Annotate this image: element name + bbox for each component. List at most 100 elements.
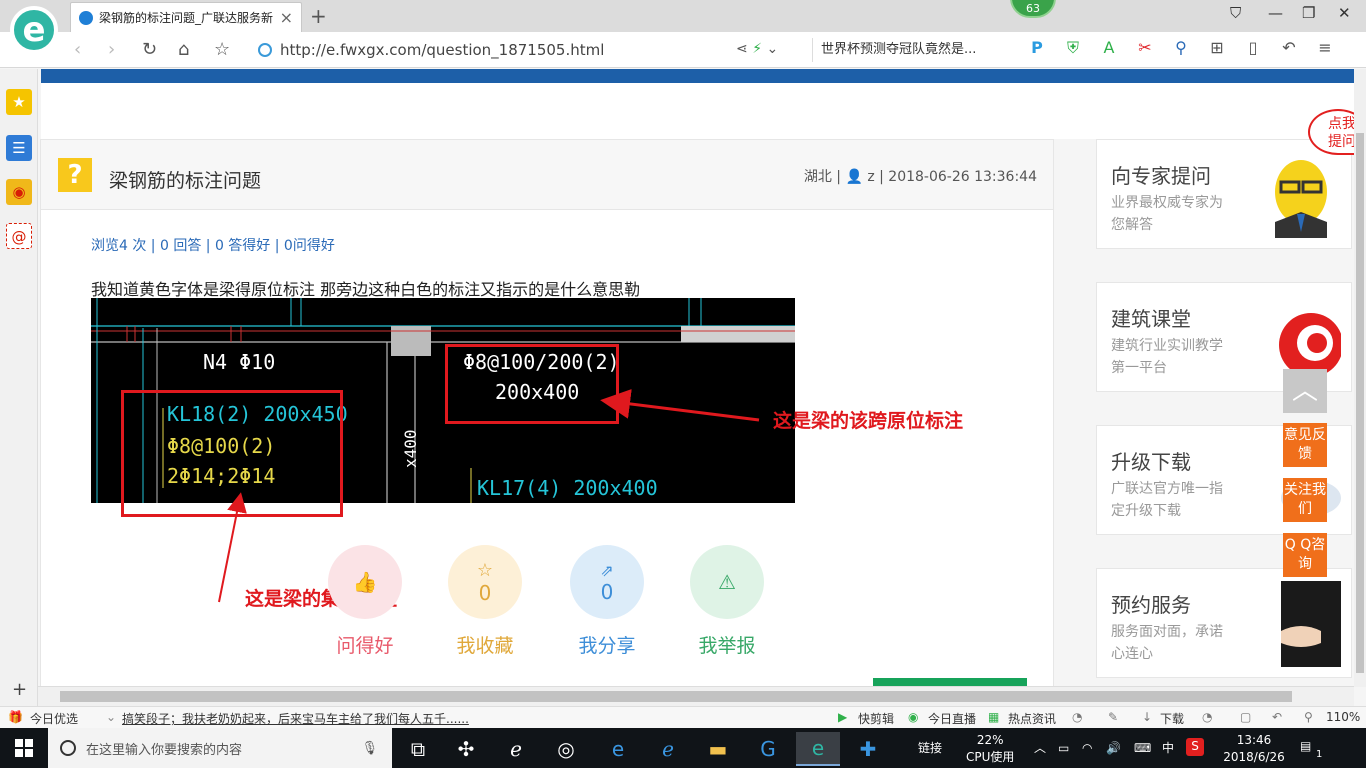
home-icon[interactable]: ⌂	[178, 39, 189, 60]
close-window-button[interactable]: ✕	[1338, 4, 1351, 22]
today-picks-link[interactable]: 今日优选	[30, 710, 78, 727]
vertical-scrollbar[interactable]	[1354, 69, 1366, 687]
ime-indicator[interactable]: 中	[1162, 740, 1174, 757]
favorite-label: 我收藏	[456, 635, 514, 657]
hot-news-link[interactable]: 热点资讯	[1008, 710, 1056, 727]
back-icon[interactable]: ‹	[74, 39, 81, 60]
zoom-level[interactable]: 110%	[1326, 710, 1360, 724]
maximize-button[interactable]: ❐	[1302, 4, 1315, 22]
mail-icon[interactable]: @	[6, 223, 32, 249]
live-link[interactable]: 今日直播	[928, 710, 976, 727]
wifi-icon[interactable]: ◠	[1082, 740, 1092, 757]
bookmark-star-icon[interactable]: ☆	[214, 39, 230, 60]
minimize-button[interactable]: —	[1268, 4, 1283, 22]
vertical-scroll-thumb[interactable]	[1356, 133, 1364, 673]
card-booking-service[interactable]: 预约服务 服务面对面，承诺心连心	[1096, 568, 1352, 678]
glodon-app-icon[interactable]: G	[746, 732, 790, 766]
quick-video-link[interactable]: 快剪辑	[858, 710, 894, 727]
file-explorer-icon[interactable]: ▬	[696, 732, 740, 766]
action-center-icon[interactable]: ▤	[1300, 738, 1311, 755]
horizontal-scrollbar[interactable]	[38, 686, 1354, 706]
app-plus-icon[interactable]: ✚	[846, 732, 890, 766]
microphone-icon[interactable]: 🎙	[361, 741, 378, 756]
volume-icon[interactable]: 🔊	[1106, 740, 1121, 757]
undo-icon[interactable]: ↶	[1278, 38, 1300, 58]
clean-icon[interactable]: ◔	[1202, 710, 1212, 724]
app-notify-icon[interactable]: ◎	[544, 732, 588, 766]
refresh-icon[interactable]: ↻	[142, 39, 157, 60]
like-question-button[interactable]: 👍 问得好	[327, 545, 403, 658]
task-view-icon[interactable]: ⧉	[396, 732, 440, 766]
undo-icon[interactable]: ↶	[1272, 710, 1282, 724]
card-subtitle: 服务面对面，承诺心连心	[1111, 624, 1223, 662]
speed-icon[interactable]: ◔	[1072, 710, 1082, 724]
card-title: 升级下载	[1111, 450, 1191, 474]
share-button[interactable]: ⇗ 0 我分享	[569, 545, 645, 658]
screenshot-scissors-icon[interactable]: ✂	[1134, 38, 1156, 58]
green-button-edge[interactable]	[873, 678, 1027, 686]
pin-icon[interactable]: ✎	[1108, 710, 1118, 724]
card-ask-expert[interactable]: 向专家提问 业界最权威专家为您解答	[1096, 139, 1352, 249]
apps-grid-icon[interactable]: ⊞	[1206, 38, 1228, 58]
browser-sidebar: ★ ☰ ◉ @ +	[0, 69, 38, 706]
new-tab-button[interactable]: +	[310, 4, 327, 28]
menu-icon[interactable]: ≡	[1314, 38, 1336, 58]
share-lightning-icons[interactable]: ⋖ ⚡ ⌄	[736, 41, 778, 57]
skin-icon[interactable]: ⛉	[1230, 4, 1241, 22]
window-icon[interactable]: ▢	[1240, 710, 1251, 724]
extension-icons: P ⛨ A ✂ ⚲ ⊞ ▯ ↶ ≡	[1026, 38, 1336, 58]
reader-icon[interactable]: ☰	[6, 135, 32, 161]
tray-up-icon[interactable]: ︿	[1034, 740, 1046, 757]
question-stats[interactable]: 浏览4 次 | 0 回答 | 0 答得好 | 0问得好	[91, 235, 335, 255]
clock[interactable]: 13:46 2018/6/26	[1222, 732, 1286, 766]
security-shield-icon[interactable]: ⛨	[1062, 38, 1084, 58]
translate-icon[interactable]: A	[1098, 38, 1120, 58]
link-label[interactable]: 链接	[918, 740, 942, 757]
follow-us-button[interactable]: 关注我们	[1283, 478, 1327, 522]
zoom-icon[interactable]: ⚲	[1304, 710, 1313, 724]
feedback-button[interactable]: 意见反馈	[1283, 423, 1327, 467]
question-meta: 湖北 | 👤 z | 2018-06-26 13:36:44	[803, 169, 1037, 185]
add-sidebar-icon[interactable]: +	[12, 679, 27, 700]
back-to-top-button[interactable]: ︿	[1283, 369, 1327, 413]
keyboard-icon[interactable]: ⌨	[1134, 740, 1151, 757]
horizontal-scroll-thumb[interactable]	[60, 691, 1292, 702]
download-link[interactable]: 下载	[1160, 710, 1184, 727]
favorites-icon[interactable]: ★	[6, 89, 32, 115]
centralized-annotation-box	[121, 390, 343, 517]
chevron-down-icon[interactable]: ⌄	[106, 710, 116, 724]
taskbar-search[interactable]: 在这里输入你要搜索的内容 🎙	[48, 728, 392, 768]
share-label: 我分享	[578, 635, 636, 657]
url-text[interactable]: http://e.fwxgx.com/question_1871505.html	[280, 41, 604, 59]
favorite-count: 0	[478, 580, 492, 605]
qq-consult-button[interactable]: Q Q咨询	[1283, 533, 1327, 577]
ie-icon[interactable]: ℯ	[646, 732, 690, 766]
forward-icon[interactable]: ›	[108, 39, 115, 60]
sogou-ime-icon[interactable]: S	[1186, 738, 1204, 756]
search-icon[interactable]: ⚲	[1170, 38, 1192, 58]
like-label: 问得好	[336, 635, 394, 657]
reading-mode-icon[interactable]: ▯	[1242, 38, 1264, 58]
cpu-usage[interactable]: 22% CPU使用	[966, 732, 1014, 766]
app-fan-icon[interactable]: ✣	[444, 732, 488, 766]
p-extension-icon[interactable]: P	[1026, 38, 1048, 58]
battery-icon[interactable]: ▭	[1058, 740, 1069, 757]
share-icon: ⇗ 0	[570, 545, 644, 619]
weibo-icon[interactable]: ◉	[6, 179, 32, 205]
address-bar[interactable]: http://e.fwxgx.com/question_1871505.html	[258, 37, 806, 63]
start-button[interactable]	[0, 728, 48, 768]
edge-icon[interactable]: e	[596, 732, 640, 766]
news-ticker[interactable]: 搞笑段子；我扶老奶奶起来，后来宝马车主给了我们每人五千......	[122, 710, 469, 727]
search-input[interactable]: 世界杯预测夺冠队竟然是...	[812, 38, 1008, 62]
lightning-icon[interactable]: ⚡	[752, 41, 762, 57]
tab-close-icon[interactable]: ×	[280, 8, 293, 27]
cad-text-vertical: x400	[401, 429, 420, 468]
favorite-button[interactable]: ☆ 0 我收藏	[447, 545, 523, 658]
browser-e-icon[interactable]: ℯ	[494, 732, 538, 766]
active-browser-icon[interactable]: e	[796, 732, 840, 766]
tab-active[interactable]: 梁钢筋的标注问题_广联达服务新 ×	[70, 2, 302, 32]
report-button[interactable]: ⚠ 我举报	[689, 545, 765, 658]
notification-badge[interactable]: 63	[1010, 0, 1056, 18]
browser-logo[interactable]: e	[10, 6, 58, 54]
question-header: ? 梁钢筋的标注问题 湖北 | 👤 z | 2018-06-26 13:36:4…	[41, 140, 1053, 210]
